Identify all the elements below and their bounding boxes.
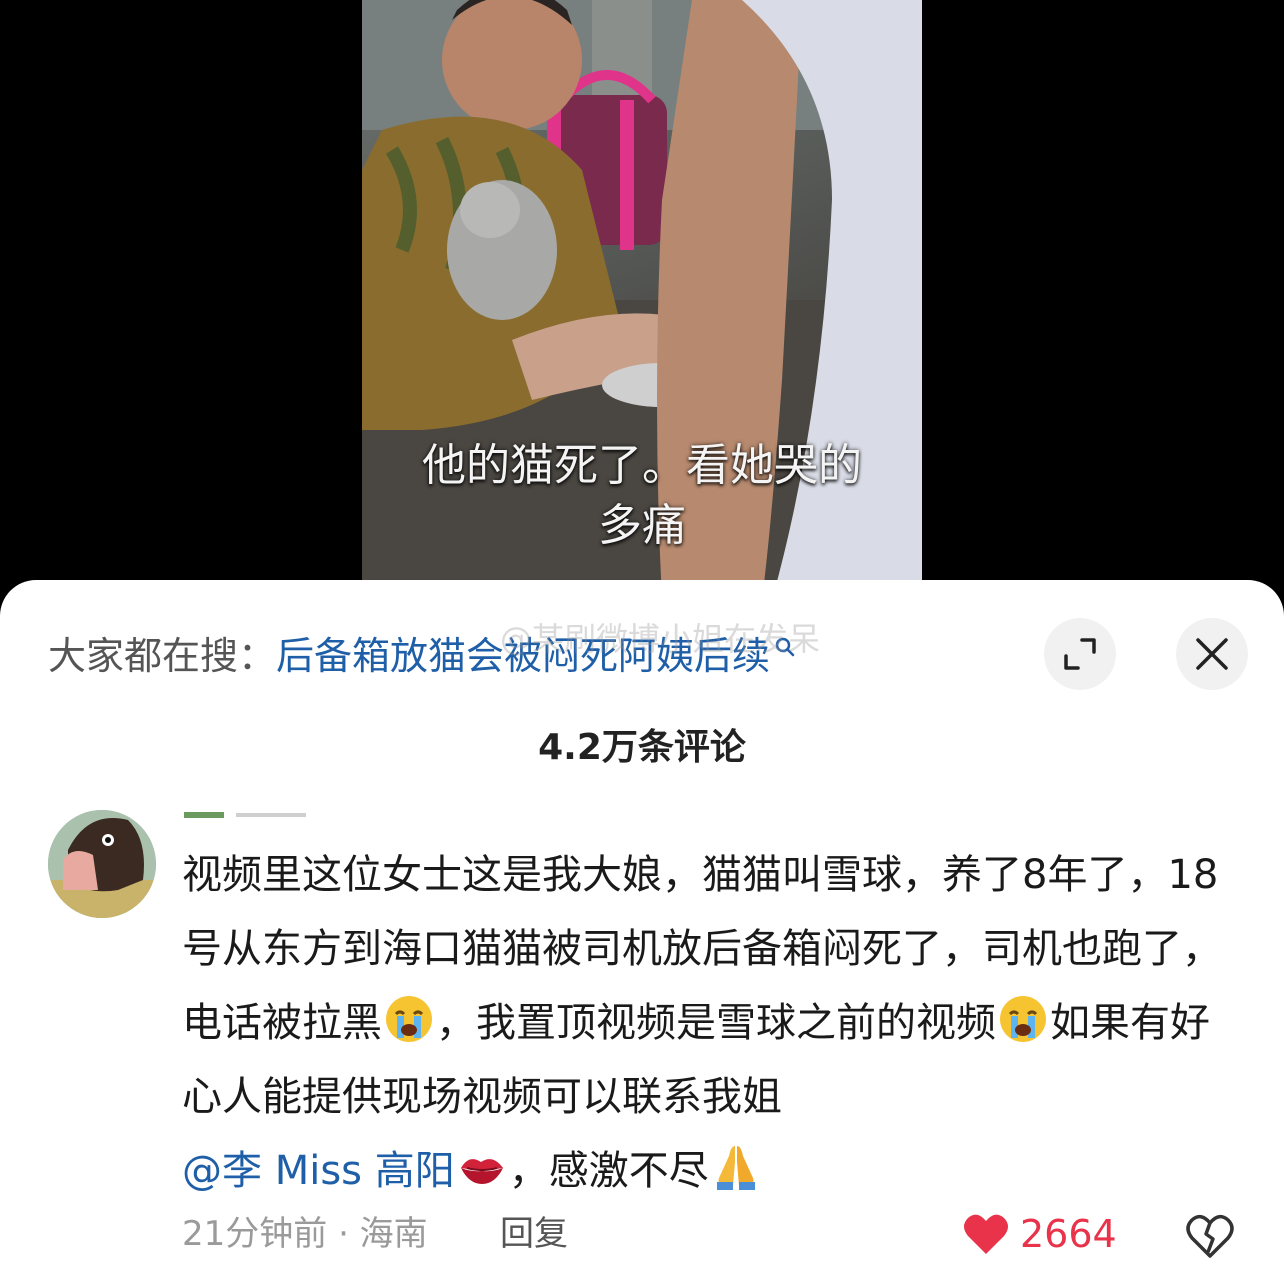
username-truncated	[184, 812, 306, 818]
comments-sheet: 大家都在搜：后备箱放猫会被闷死阿姨后续 @某刷微博小姐在发呆 4.2万条评论 视…	[0, 580, 1284, 1284]
like-button[interactable]: 2664	[962, 1210, 1117, 1258]
reply-button[interactable]: 回复	[500, 1210, 568, 1258]
close-button[interactable]	[1176, 618, 1248, 690]
kiss-mark-emoji	[457, 1142, 507, 1192]
comment-text-part4: ，感激不尽	[508, 1148, 709, 1194]
video-subtitle-line1: 他的猫死了。看她哭的	[422, 440, 862, 491]
avatar[interactable]	[48, 810, 156, 918]
watermark: @某刷微博小姐在发呆	[500, 620, 821, 658]
close-icon	[1196, 638, 1228, 670]
broken-heart-icon	[1186, 1214, 1234, 1258]
expand-button[interactable]	[1044, 618, 1116, 690]
avatar-image	[48, 810, 156, 918]
like-count: 2664	[1020, 1212, 1117, 1256]
comment-time-location: 21分钟前 · 海南	[182, 1214, 428, 1254]
loudly-crying-face-emoji	[998, 994, 1048, 1044]
comment-count-title: 4.2万条评论	[538, 727, 746, 768]
heart-icon	[964, 1214, 1008, 1254]
screen: 他的猫死了。看她哭的 多痛 大家都在搜：后备箱放猫会被闷死阿姨后续 @某刷微博小…	[0, 0, 1284, 1284]
loudly-crying-face-emoji	[384, 994, 434, 1044]
mention-link[interactable]: @李 Miss 高阳	[182, 1148, 455, 1194]
video-subtitle-line2: 多痛	[598, 500, 686, 551]
video-player[interactable]: 他的猫死了。看她哭的 多痛	[362, 0, 922, 600]
folded-hands-emoji	[711, 1142, 761, 1192]
expand-icon	[1064, 638, 1096, 670]
comment-text: 视频里这位女士这是我大娘，猫猫叫雪球，养了8年了，18号从东方到海口猫猫被司机放…	[182, 838, 1242, 1208]
dislike-button[interactable]	[1186, 1212, 1234, 1260]
comment-text-part2: ，我置顶视频是雪球之前的视频	[436, 1000, 996, 1046]
trending-search-prefix: 大家都在搜：	[48, 634, 277, 678]
